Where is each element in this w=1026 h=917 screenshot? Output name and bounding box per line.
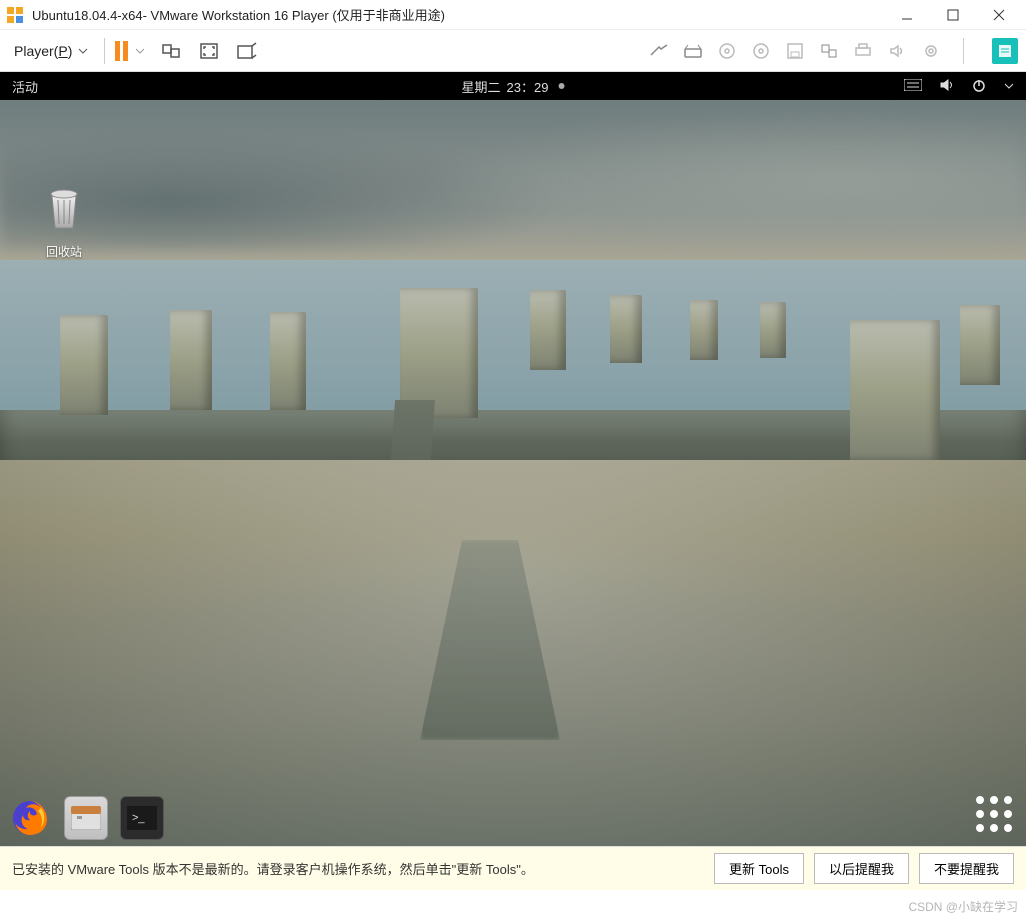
cd-dvd-2-icon[interactable] [749, 39, 773, 63]
power-icon[interactable] [972, 78, 986, 95]
notification-dot-icon [558, 83, 564, 89]
dont-remind-button[interactable]: 不要提醒我 [919, 853, 1014, 884]
activities-button[interactable]: 活动 [12, 77, 38, 96]
notes-button[interactable] [992, 38, 1018, 64]
settings-icon[interactable] [919, 39, 943, 63]
unity-mode-button[interactable] [235, 39, 259, 63]
chevron-down-icon[interactable] [1004, 79, 1014, 94]
floppy-icon[interactable] [783, 39, 807, 63]
minimize-button[interactable] [884, 0, 930, 30]
vmware-logo-icon [6, 6, 24, 24]
terminal-launcher[interactable]: >_ [120, 796, 164, 840]
separator [963, 38, 964, 64]
gnome-topbar: 活动 星期二 23：29 [0, 72, 1026, 100]
vm-display[interactable]: 活动 星期二 23：29 回收站 [0, 72, 1026, 846]
trash-desktop-icon[interactable]: 回收站 [42, 184, 86, 260]
remind-later-button[interactable]: 以后提醒我 [814, 853, 909, 884]
window-titlebar: Ubuntu18.04.4-x64- VMware Workstation 16… [0, 0, 1026, 30]
wallpaper [0, 100, 1026, 846]
dock: >_ [8, 796, 164, 840]
player-menu[interactable]: Player(P) [8, 39, 94, 63]
keyboard-icon[interactable] [904, 79, 922, 94]
window-title: Ubuntu18.04.4-x64- VMware Workstation 16… [32, 5, 884, 24]
send-ctrl-alt-del-button[interactable] [159, 39, 183, 63]
svg-text:>_: >_ [132, 812, 145, 824]
pause-vm-button[interactable] [115, 41, 145, 61]
files-launcher[interactable] [64, 796, 108, 840]
sound-icon[interactable] [885, 39, 909, 63]
show-applications-button[interactable] [976, 796, 1012, 832]
hard-disk-icon[interactable] [681, 39, 705, 63]
printer-icon[interactable] [851, 39, 875, 63]
trash-icon [42, 184, 86, 232]
vmware-toolbar: Player(P) [0, 30, 1026, 72]
volume-icon[interactable] [940, 78, 954, 95]
watermark: CSDN @小缺在学习 [908, 898, 1018, 915]
vmware-tools-notification: 已安装的 VMware Tools 版本不是最新的。请登录客户机操作系统，然后单… [0, 846, 1026, 890]
maximize-button[interactable] [930, 0, 976, 30]
network-icon[interactable] [647, 39, 671, 63]
chevron-down-icon [78, 46, 88, 56]
trash-label: 回收站 [42, 243, 86, 260]
cd-dvd-icon[interactable] [715, 39, 739, 63]
separator [104, 38, 105, 64]
usb-icon[interactable] [817, 39, 841, 63]
chevron-down-icon [135, 46, 145, 56]
notification-message: 已安装的 VMware Tools 版本不是最新的。请登录客户机操作系统，然后单… [12, 859, 714, 878]
firefox-launcher[interactable] [8, 796, 52, 840]
close-button[interactable] [976, 0, 1022, 30]
clock[interactable]: 星期二 23：29 [462, 77, 565, 96]
fullscreen-button[interactable] [197, 39, 221, 63]
update-tools-button[interactable]: 更新 Tools [714, 853, 804, 884]
